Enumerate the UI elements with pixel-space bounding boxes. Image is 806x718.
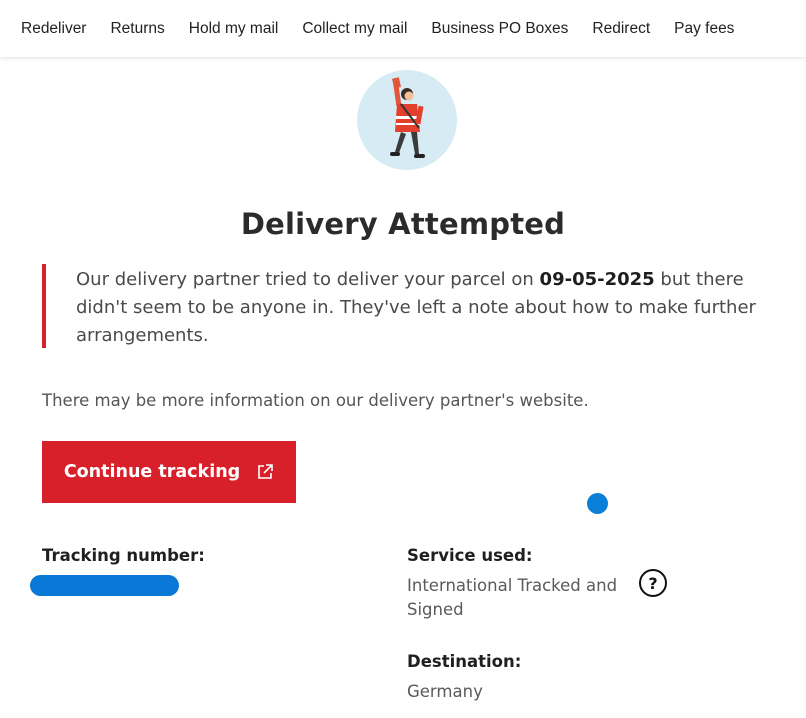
nav-item-business-po-boxes[interactable]: Business PO Boxes bbox=[431, 20, 568, 38]
service-used-label: Service used: bbox=[407, 546, 533, 565]
cursor-indicator-dot bbox=[587, 493, 608, 514]
partner-info-note: There may be more information on our del… bbox=[42, 391, 589, 410]
status-message-start: Our delivery partner tried to deliver yo… bbox=[76, 269, 540, 290]
nav-item-redirect[interactable]: Redirect bbox=[592, 20, 650, 38]
postie-illustration bbox=[357, 70, 457, 170]
delivery-status-callout: Our delivery partner tried to deliver yo… bbox=[42, 264, 782, 348]
destination-value: Germany bbox=[407, 682, 483, 701]
continue-tracking-label: Continue tracking bbox=[63, 462, 241, 482]
external-link-icon bbox=[256, 463, 274, 481]
nav-item-redeliver[interactable]: Redeliver bbox=[21, 20, 86, 38]
delivery-date: 09-05-2025 bbox=[539, 269, 655, 290]
page-title: Delivery Attempted bbox=[240, 207, 566, 242]
service-used-value: International Tracked and Signed bbox=[407, 576, 618, 619]
help-icon[interactable]: ? bbox=[639, 569, 667, 597]
continue-tracking-button[interactable]: Continue tracking bbox=[42, 441, 296, 503]
top-navigation: Redeliver Returns Hold my mail Collect m… bbox=[0, 0, 806, 57]
nav-item-collect-my-mail[interactable]: Collect my mail bbox=[302, 20, 407, 38]
nav-item-pay-fees[interactable]: Pay fees bbox=[674, 20, 734, 38]
tracking-number-label: Tracking number: bbox=[42, 546, 205, 565]
destination-label: Destination: bbox=[407, 652, 522, 671]
delivery-status-message: Our delivery partner tried to deliver yo… bbox=[76, 266, 786, 350]
nav-item-returns[interactable]: Returns bbox=[110, 20, 164, 38]
nav-item-hold-my-mail[interactable]: Hold my mail bbox=[189, 20, 279, 38]
tracking-number-redacted bbox=[30, 575, 179, 596]
postie-waving-icon bbox=[390, 77, 425, 158]
